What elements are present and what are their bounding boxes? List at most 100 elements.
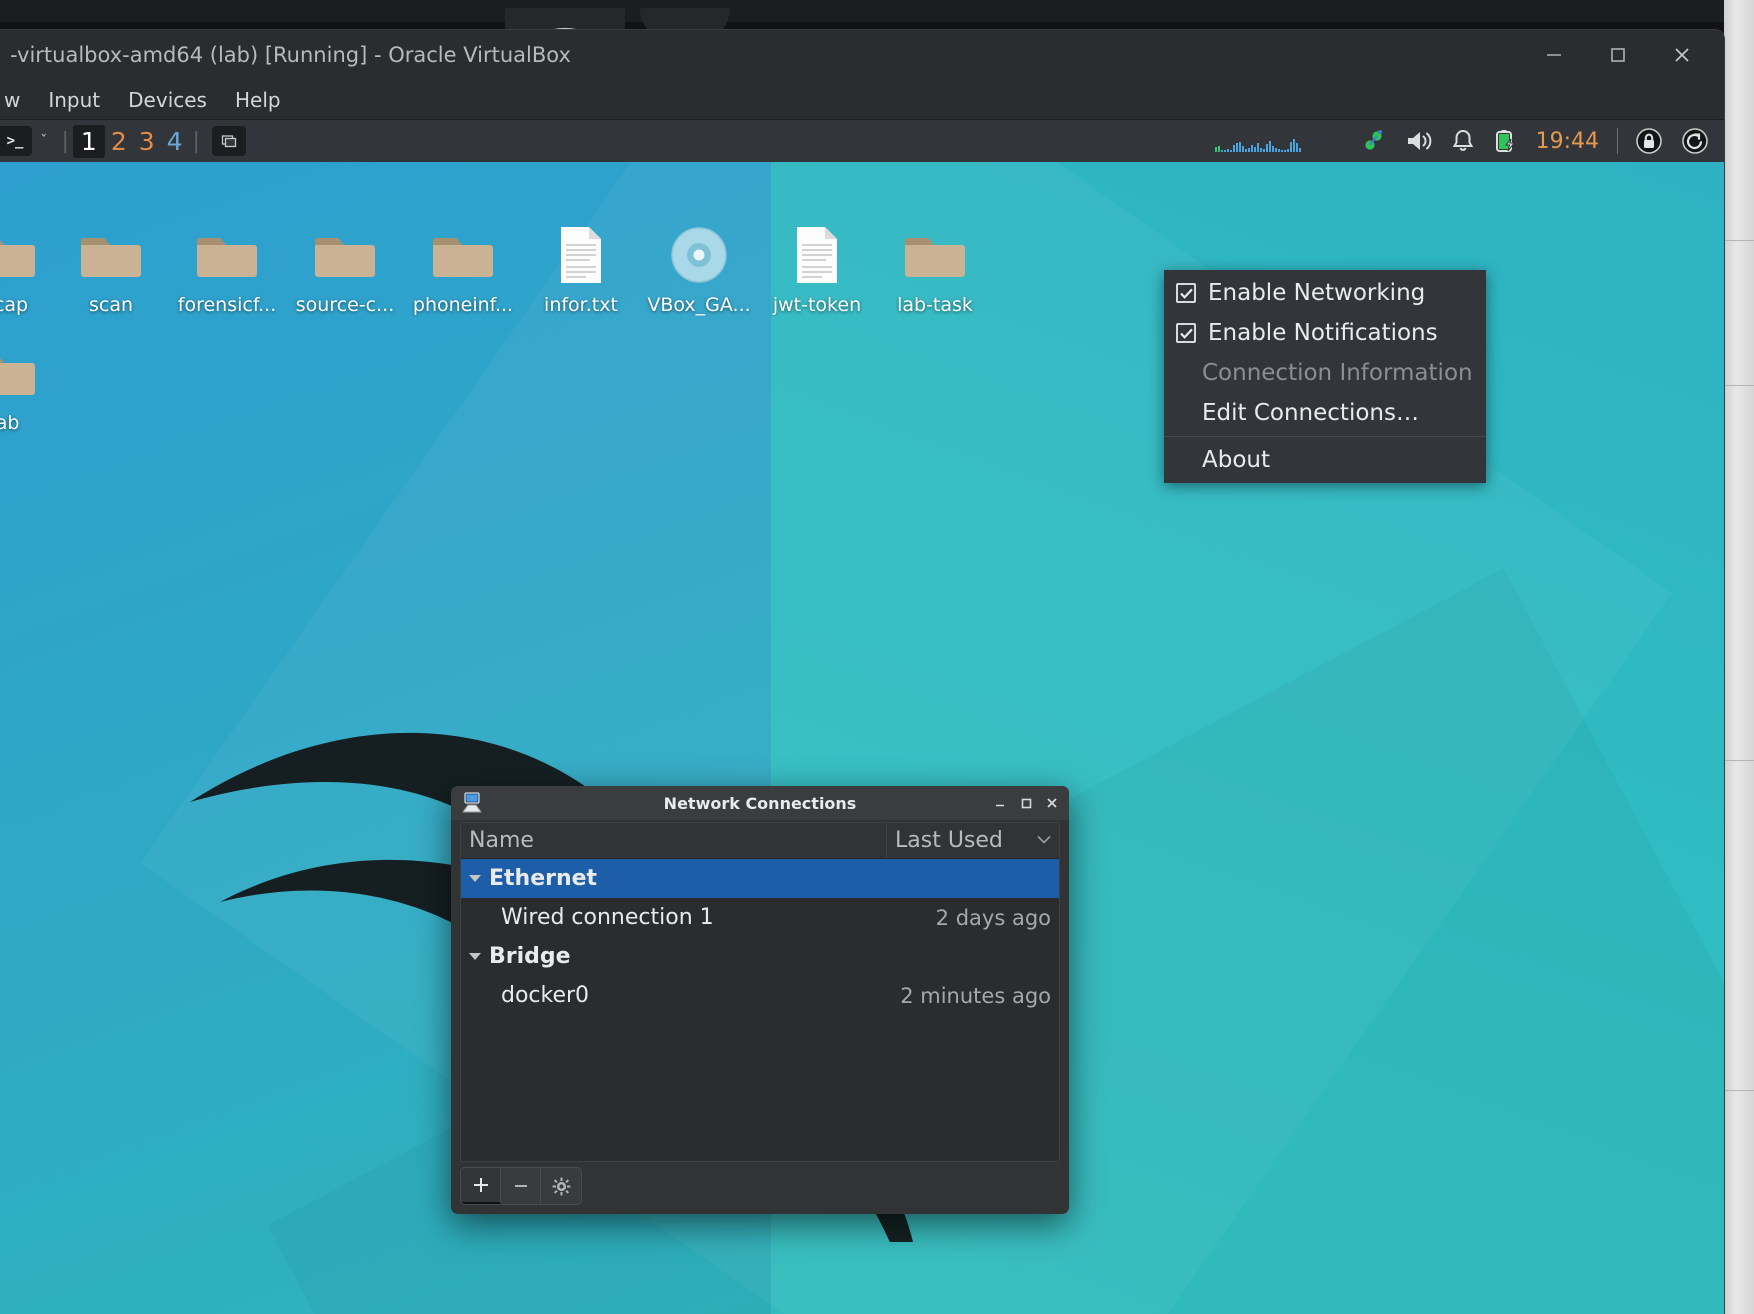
desktop-icon-label: forensicf... [177,294,277,316]
table-row[interactable]: Ethernet [461,859,1059,898]
desktop-icon-label: source-c... [295,294,395,316]
row-name-label: docker0 [501,983,590,1008]
expander-caret-icon[interactable] [469,875,481,882]
desktop-icon-label: jwt-token [772,294,862,316]
xfce-panel: >_ ˇ | 1 2 3 4 | 19:44 [0,120,1724,162]
virtualbox-window-title: -virtualbox-amd64 (lab) [Running] - Orac… [10,43,571,67]
network-applet-icon[interactable] [1352,120,1396,162]
maximize-icon[interactable] [1586,30,1650,80]
row-name-label: Bridge [489,944,571,969]
desktop-icon-lab[interactable]: lab [0,338,64,434]
disc-icon [640,220,758,290]
column-header-name[interactable]: Name [461,823,887,858]
desktop-icon-source-c[interactable]: source-c... [286,220,404,316]
minimize-icon[interactable] [1522,30,1586,80]
network-connections-dialog: Network Connections Name Last Used Ether… [451,786,1069,1214]
expander-caret-icon[interactable] [469,953,481,960]
menu-item-label: Connection Information [1202,360,1473,386]
desktop-icon-infor-txt[interactable]: infor.txt [522,220,640,316]
add-connection-button[interactable] [461,1168,501,1204]
dialog-title: Network Connections [663,793,857,813]
menu-item-enable-networking[interactable]: Enable Networking [1164,273,1486,313]
maximize-icon[interactable] [1013,786,1039,820]
workspace-2[interactable]: 2 [105,127,133,156]
vbox-menu-input[interactable]: Input [34,84,114,116]
edit-connection-button[interactable] [541,1168,581,1204]
logout-icon[interactable] [1672,120,1718,162]
row-name-cell: Ethernet [461,866,887,891]
row-name-label: Wired connection 1 [501,905,714,930]
desktop-icon-vbox-ga[interactable]: VBox_GA... [640,220,758,316]
panel-separator: | [61,128,69,154]
chevron-down-icon[interactable]: ˇ [40,132,48,150]
connections-table-body: Ethernet Wired connection 1 2 days ago B… [461,859,1059,1015]
checkbox-checked-icon[interactable] [1176,283,1196,303]
desktop-icon-label: scan [88,294,134,316]
workspace-4[interactable]: 4 [161,127,189,156]
table-row[interactable]: docker0 2 minutes ago [461,976,1059,1015]
menu-item-about[interactable]: About [1164,440,1486,480]
virtualbox-titlebar[interactable]: -virtualbox-amd64 (lab) [Running] - Orac… [0,30,1724,80]
volume-icon[interactable] [1396,120,1442,162]
menu-item-edit-connections[interactable]: Edit Connections… [1164,393,1486,433]
close-icon[interactable] [1650,30,1714,80]
virtualbox-window: -virtualbox-amd64 (lab) [Running] - Orac… [0,30,1724,1314]
sort-descending-caret-icon[interactable] [1037,833,1051,848]
workspace-1[interactable]: 1 [72,124,105,158]
desktop-icon-label: lab-task [897,294,973,316]
table-row[interactable]: Wired connection 1 2 days ago [461,898,1059,937]
lock-icon[interactable] [1626,120,1672,162]
menu-item-enable-notifications[interactable]: Enable Notifications [1164,313,1486,353]
dialog-footer [460,1167,1060,1205]
host-top-bar [0,0,1754,22]
close-icon[interactable] [1039,786,1065,820]
desktop-icon-label: lab [0,412,20,434]
desktop-icon-phoneinf[interactable]: phoneinf... [404,220,522,316]
window-list-icon[interactable] [211,126,246,156]
desktop-icon-scan[interactable]: scan [52,220,170,316]
column-header-last-used-label: Last Used [895,828,1003,853]
panel-left-group: >_ ˇ | 1 2 3 4 | [0,124,246,158]
folder-icon [404,220,522,290]
guest-screen: >_ ˇ | 1 2 3 4 | 19:44 ap scan forensicf… [0,120,1724,1314]
vbox-menu-view[interactable]: w [0,84,34,116]
row-last-used-cell: 2 days ago [935,905,1051,930]
vbox-menu-devices[interactable]: Devices [114,84,221,116]
virtualbox-window-controls [1522,30,1714,80]
clock[interactable]: 19:44 [1526,129,1609,154]
row-last-used-cell: 2 minutes ago [900,983,1051,1008]
dialog-titlebar[interactable]: Network Connections [451,786,1069,820]
screen: -virtualbox-amd64 (lab) [Running] - Orac… [0,0,1754,1314]
table-row[interactable]: Bridge [461,937,1059,976]
bell-icon[interactable] [1442,120,1484,162]
desktop-icon-label: phoneinf... [412,294,514,316]
menu-separator [1164,436,1486,437]
row-name-cell: Bridge [461,944,887,969]
panel-separator-2: | [192,128,200,154]
column-header-last-used[interactable]: Last Used [887,823,1059,858]
desktop-icon-jwt-token[interactable]: jwt-token [758,220,876,316]
workspace-3[interactable]: 3 [133,127,161,156]
remove-connection-button[interactable] [501,1168,541,1204]
network-monitor-graph[interactable] [1207,130,1352,152]
folder-icon [52,220,170,290]
minimize-icon[interactable] [987,786,1013,820]
desktop-icon-forensicf[interactable]: forensicf... [168,220,286,316]
folder-icon [168,220,286,290]
row-name-cell: Wired connection 1 [461,905,887,930]
network-manager-menu: Enable Networking Enable Notifications C… [1164,270,1486,483]
virtualbox-menubar: w Input Devices Help [0,80,1724,120]
menu-item-label: About [1202,447,1271,473]
folder-icon [876,220,994,290]
battery-charging-icon[interactable] [1484,120,1526,162]
checkbox-checked-icon[interactable] [1176,323,1196,343]
host-right-edge-strip [1724,0,1754,1314]
terminal-launcher-icon[interactable]: >_ [0,126,32,156]
vbox-menu-help[interactable]: Help [221,84,295,116]
connections-table-header: Name Last Used [461,823,1059,859]
menu-item-label: Enable Notifications [1208,320,1438,346]
menu-item-label: Enable Networking [1208,280,1426,306]
desktop-icon-lab-task[interactable]: lab-task [876,220,994,316]
text-file-icon [522,220,640,290]
text-file-icon [758,220,876,290]
